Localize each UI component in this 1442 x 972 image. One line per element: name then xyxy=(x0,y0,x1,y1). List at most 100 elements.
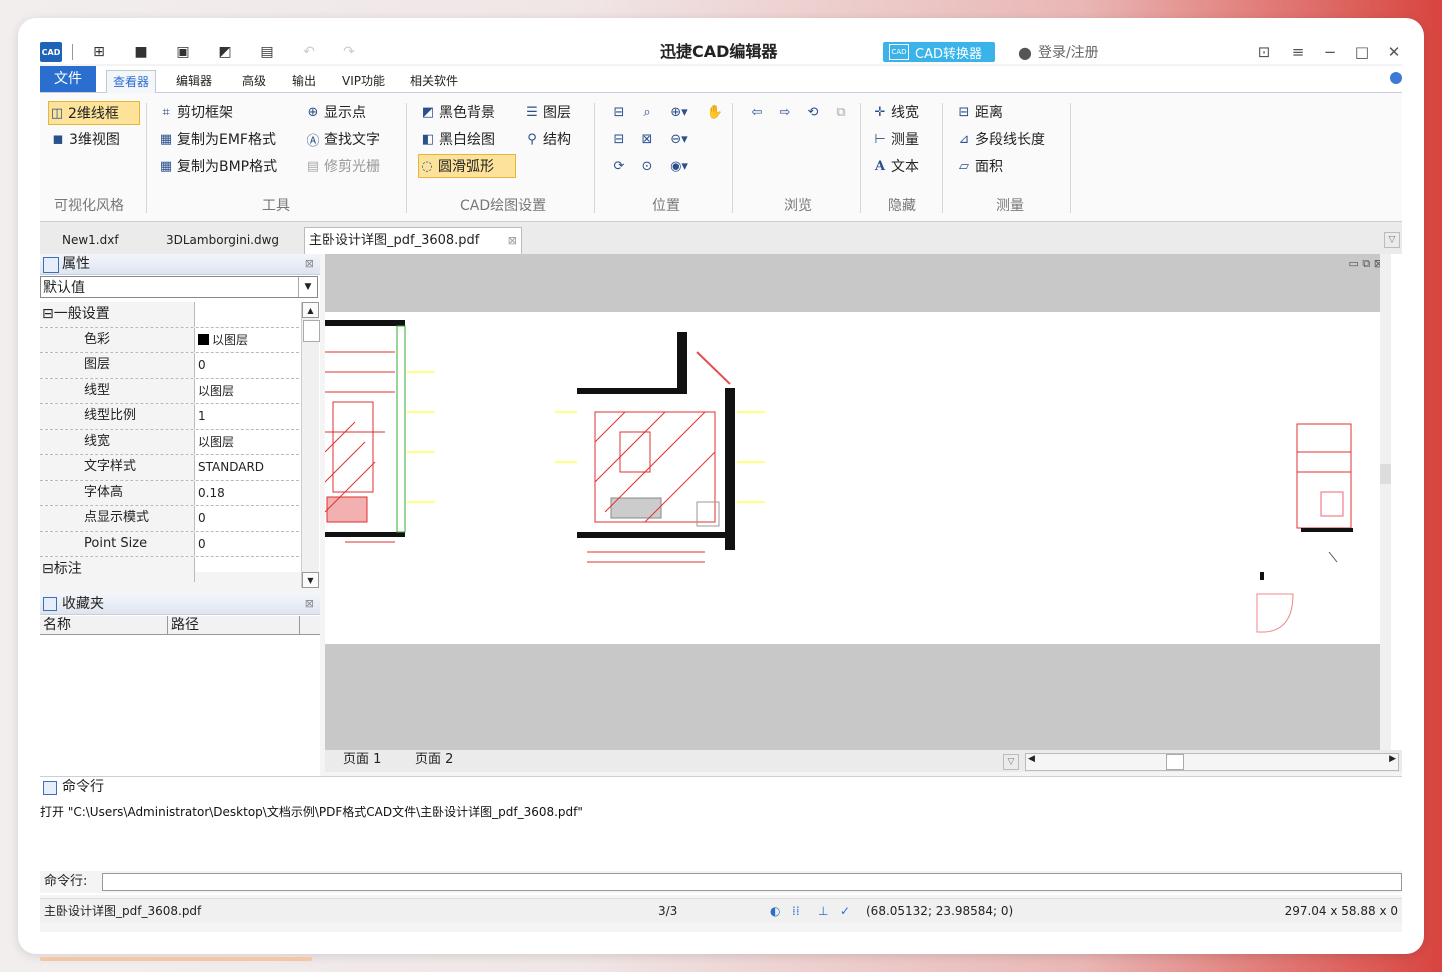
2d-wireframe-button[interactable]: ◫ 2维线框 xyxy=(48,101,140,125)
clip-frame-button[interactable]: ⌗ 剪切框架 xyxy=(158,101,233,123)
viewport-window-controls[interactable]: ▭ ⧉ ⊠ xyxy=(1349,257,1383,271)
property-row[interactable]: Point Size 0 xyxy=(40,531,299,557)
scroll-down-icon[interactable]: ▼ xyxy=(302,572,319,588)
layers-button[interactable]: ☰ 图层 xyxy=(524,101,571,123)
zoom-extents-icon[interactable]: ⊠ xyxy=(638,130,656,148)
command-input[interactable] xyxy=(102,873,1402,891)
page-list-icon[interactable]: ▽ xyxy=(1003,754,1019,770)
copy-view-icon[interactable]: ⧉ xyxy=(832,103,850,121)
3d-view-button[interactable]: ◼ 3维视图 xyxy=(50,128,120,150)
polar-icon[interactable]: ✓ xyxy=(840,899,850,923)
zoom-out-icon[interactable]: ⊖▾ xyxy=(670,130,688,148)
property-row[interactable]: 线型 以图层 xyxy=(40,378,299,404)
page-tab-2[interactable]: 页面 2 xyxy=(409,750,459,770)
close-panel-icon[interactable]: ⊠ xyxy=(305,594,314,614)
redo-icon[interactable]: ↷ xyxy=(340,43,358,61)
login-link[interactable]: ● 登录/注册 xyxy=(1018,40,1099,64)
distance-button[interactable]: ⊟ 距离 xyxy=(956,101,1003,123)
tab-related-software[interactable]: 相关软件 xyxy=(404,70,464,92)
page-tab-1[interactable]: 页面 1 xyxy=(337,750,387,770)
category-row[interactable]: ⊟一般设置 xyxy=(40,302,299,328)
scroll-right-icon[interactable]: ▶ xyxy=(1389,754,1396,764)
doc-tab-new1[interactable]: New1.dxf xyxy=(58,229,123,251)
ortho-icon[interactable]: ⊥ xyxy=(818,899,828,923)
group-separator xyxy=(594,103,595,213)
zoom-previous-icon[interactable]: ◉▾ xyxy=(670,157,688,175)
property-row[interactable]: 字体高 0.18 xyxy=(40,480,299,506)
polyline-length-button[interactable]: ⊿ 多段线长度 xyxy=(956,128,1045,150)
area-icon: ▱ xyxy=(959,158,969,174)
smooth-arc-button[interactable]: ◌ 圆滑弧形 xyxy=(418,154,516,178)
drawing-viewport[interactable]: ▭ ⧉ ⊠ 页面 1 页面 2 ▽ ◀ ▶ xyxy=(325,254,1402,772)
bw-drawing-button[interactable]: ◧ 黑白绘图 xyxy=(420,128,495,150)
line-width-button[interactable]: ✛ 线宽 xyxy=(872,101,919,123)
close-icon[interactable]: ✕ xyxy=(1384,42,1404,62)
property-row[interactable]: 色彩 以图层 xyxy=(40,327,299,353)
measure-toggle-button[interactable]: ⊢ 测量 xyxy=(872,128,919,150)
feedback-icon[interactable]: ⊡ xyxy=(1254,42,1274,62)
grid-icon[interactable]: ⁞⁞ xyxy=(792,899,800,923)
doc-tab-lamborgini[interactable]: 3DLamborgini.dwg xyxy=(162,229,283,251)
new-file-icon[interactable]: ⊞ xyxy=(90,43,108,61)
tab-vip[interactable]: VIP功能 xyxy=(336,70,391,92)
close-panel-icon[interactable]: ⊠ xyxy=(305,254,314,274)
tab-list-icon[interactable]: ▽ xyxy=(1384,232,1400,248)
scroll-up-icon[interactable]: ▲ xyxy=(302,302,319,318)
text-toggle-button[interactable]: A 文本 xyxy=(872,155,919,177)
copy-emf-label: 复制为EMF格式 xyxy=(177,132,276,148)
rotate-icon[interactable]: ⟳ xyxy=(610,157,628,175)
viewport-vertical-scrollbar[interactable] xyxy=(1380,254,1391,750)
property-row[interactable]: 线型比例 1 xyxy=(40,404,299,430)
tab-advanced[interactable]: 高级 xyxy=(236,70,272,92)
property-row[interactable]: 点显示模式 0 xyxy=(40,506,299,532)
column-name[interactable]: 名称 xyxy=(40,616,168,634)
property-row[interactable]: 图层 0 xyxy=(40,353,299,379)
copy-bmp-button[interactable]: ▦ 复制为BMP格式 xyxy=(158,155,277,177)
previous-view-icon[interactable]: ⇦ xyxy=(748,103,766,121)
drawing-canvas[interactable]: ▭ ⧉ ⊠ xyxy=(325,254,1391,750)
export-pdf-icon[interactable]: ◩ xyxy=(216,43,234,61)
column-path[interactable]: 路径 xyxy=(168,616,300,634)
scroll-left-icon[interactable]: ◀ xyxy=(1028,754,1035,764)
show-points-button[interactable]: ⊕ 显示点 xyxy=(305,101,366,123)
undo-icon[interactable]: ↶ xyxy=(300,43,318,61)
scroll-thumb[interactable] xyxy=(303,320,320,342)
refresh-view-icon[interactable]: ⟲ xyxy=(804,103,822,121)
close-tab-icon[interactable]: ⊠ xyxy=(508,228,517,254)
copy-emf-button[interactable]: ▦ 复制为EMF格式 xyxy=(158,128,276,150)
menu-icon[interactable]: ≡ xyxy=(1288,42,1308,62)
fit-icon[interactable]: ⊟ xyxy=(610,130,628,148)
black-background-button[interactable]: ◩ 黑色背景 xyxy=(420,101,495,123)
print-icon[interactable]: ▤ xyxy=(258,43,276,61)
structure-button[interactable]: ⚲ 结构 xyxy=(524,128,571,150)
maximize-icon[interactable]: □ xyxy=(1352,42,1372,62)
help-icon[interactable] xyxy=(1390,72,1402,84)
zoom-in-icon[interactable]: ⊕▾ xyxy=(670,103,688,121)
find-text-button[interactable]: Ⓐ 查找文字 xyxy=(305,128,380,150)
tab-file[interactable]: 文件 xyxy=(40,66,96,92)
horizontal-scrollbar[interactable]: ◀ ▶ xyxy=(1025,753,1399,771)
category-row[interactable]: ⊟标注 xyxy=(40,557,299,582)
pan-hand-icon[interactable]: ✋ xyxy=(706,103,724,121)
property-row[interactable]: 文字样式 STANDARD xyxy=(40,455,299,481)
tab-viewer[interactable]: 查看器 xyxy=(106,70,157,93)
save-icon[interactable]: ▣ xyxy=(174,43,192,61)
align-icon[interactable]: ⊟ xyxy=(610,103,628,121)
h-scroll-thumb[interactable] xyxy=(1166,754,1184,770)
next-view-icon[interactable]: ⇨ xyxy=(776,103,794,121)
doc-tab-master-bedroom[interactable]: 主卧设计详图_pdf_3608.pdf ⊠ xyxy=(304,227,522,254)
cad-converter-button[interactable]: CAD CAD转换器 xyxy=(883,42,995,62)
tab-editor[interactable]: 编辑器 xyxy=(170,70,218,92)
open-folder-icon[interactable]: ■ xyxy=(132,43,150,61)
zoom-realtime-icon[interactable]: ⊙ xyxy=(638,157,656,175)
area-button[interactable]: ▱ 面积 xyxy=(956,155,1003,177)
trim-raster-button[interactable]: ▤ 修剪光栅 xyxy=(305,155,380,177)
minimize-icon[interactable]: − xyxy=(1320,42,1340,62)
properties-scrollbar[interactable]: ▲ ▼ xyxy=(301,302,320,588)
zoom-window-icon[interactable]: ⌕ xyxy=(638,103,656,121)
tab-output[interactable]: 输出 xyxy=(286,70,322,92)
snap-icon[interactable]: ◐ xyxy=(770,899,780,923)
properties-filter-dropdown[interactable]: 默认值 ▼ xyxy=(40,276,318,298)
viewport-scroll-thumb[interactable] xyxy=(1380,464,1391,484)
property-row[interactable]: 线宽 以图层 xyxy=(40,429,299,455)
